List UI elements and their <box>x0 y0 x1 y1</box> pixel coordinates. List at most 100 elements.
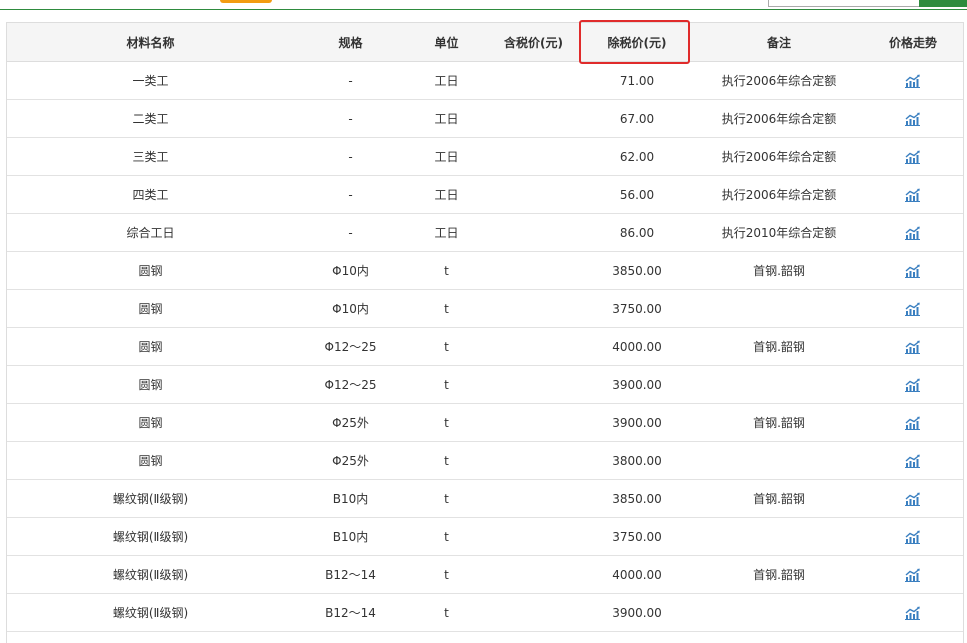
trend-chart-icon[interactable] <box>905 302 921 316</box>
cell-trend[interactable] <box>865 518 961 555</box>
cell-name: 圆钢 <box>138 416 163 430</box>
cell-note: 执行2006年综合定额 <box>721 188 837 202</box>
cell-unit: 工日 <box>434 74 459 88</box>
cell-trend[interactable] <box>865 366 961 403</box>
cell-tax-excl: 3850.00 <box>612 263 662 278</box>
header-note: 备注 <box>766 35 791 50</box>
trend-chart-icon[interactable] <box>905 188 921 202</box>
cell-unit: t <box>444 377 449 392</box>
cell-name: 圆钢 <box>138 264 163 278</box>
cell-spec: B10内 <box>332 530 369 544</box>
table-row: 圆钢 Φ12～25 t 3900.00 <box>7 366 963 404</box>
cell-tax-excl: 3800.00 <box>612 453 662 468</box>
cell-trend[interactable] <box>865 252 961 289</box>
cell-spec: Φ12～25 <box>324 340 377 354</box>
cell-name: 圆钢 <box>138 378 163 392</box>
cell-spec: B12～14 <box>325 606 376 620</box>
cell-name: 螺纹钢(Ⅱ级钢) <box>112 530 189 544</box>
highlight-box <box>579 20 690 64</box>
cell-unit: t <box>444 567 449 582</box>
cell-trend[interactable] <box>865 138 961 175</box>
table-row: 圆钢 Φ25外 t 3900.00 首钢.韶钢 <box>7 404 963 442</box>
cell-trend[interactable] <box>865 290 961 327</box>
active-tab-indicator[interactable] <box>220 0 272 3</box>
cell-tax-incl <box>486 366 581 403</box>
cell-tax-incl <box>486 594 581 631</box>
cell-trend[interactable] <box>865 556 961 593</box>
price-table: 材料名称 规格 单位 含税价(元) 除税价(元) 备注 价格走势 一类工 - 工… <box>6 22 964 643</box>
cell-tax-excl: 3850.00 <box>612 491 662 506</box>
cell-tax-excl: 62.00 <box>619 149 655 164</box>
cell-tax-excl: 3900.00 <box>612 605 662 620</box>
cell-trend[interactable] <box>865 442 961 479</box>
cell-name: 螺纹钢(Ⅱ级钢) <box>112 568 189 582</box>
cell-note: 首钢.韶钢 <box>753 264 805 278</box>
cell-trend[interactable] <box>865 594 961 631</box>
table-row: 综合工日 - 工日 86.00 执行2010年综合定额 <box>7 214 963 252</box>
cell-trend[interactable] <box>865 404 961 441</box>
cell-spec: - <box>348 187 353 202</box>
trend-chart-icon[interactable] <box>905 74 921 88</box>
cell-tax-incl <box>486 62 581 99</box>
header-divider <box>0 9 967 10</box>
trend-chart-icon[interactable] <box>905 378 921 392</box>
trend-chart-icon[interactable] <box>905 150 921 164</box>
cell-tax-incl <box>486 442 581 479</box>
cell-unit: t <box>444 529 449 544</box>
cell-trend[interactable] <box>865 176 961 213</box>
trend-chart-icon[interactable] <box>905 264 921 278</box>
cell-note: 执行2010年综合定额 <box>721 226 837 240</box>
table-row: 四类工 - 工日 56.00 执行2006年综合定额 <box>7 176 963 214</box>
cell-name: 圆钢 <box>138 340 163 354</box>
search-button[interactable] <box>919 0 967 7</box>
cell-note: 首钢.韶钢 <box>753 416 805 430</box>
cell-trend[interactable] <box>865 328 961 365</box>
search-input[interactable] <box>768 0 920 7</box>
cell-tax-excl: 67.00 <box>619 111 655 126</box>
cell-spec: Φ25外 <box>332 416 369 430</box>
cell-name: 螺纹钢(Ⅱ级钢) <box>112 606 189 620</box>
cell-unit: t <box>444 453 449 468</box>
cell-tax-incl <box>486 480 581 517</box>
cell-note: 执行2006年综合定额 <box>721 112 837 126</box>
cell-note: 首钢.韶钢 <box>753 568 805 582</box>
trend-chart-icon[interactable] <box>905 454 921 468</box>
cell-note: 执行2006年综合定额 <box>721 74 837 88</box>
trend-chart-icon[interactable] <box>905 112 921 126</box>
cell-spec: - <box>348 111 353 126</box>
table-row: 圆钢 Φ12～25 t 4000.00 首钢.韶钢 <box>7 328 963 366</box>
trend-chart-icon[interactable] <box>905 568 921 582</box>
cell-name: 综合工日 <box>126 226 175 240</box>
cell-trend[interactable] <box>865 100 961 137</box>
cell-tax-incl <box>486 100 581 137</box>
cell-tax-excl: 71.00 <box>619 73 655 88</box>
trend-chart-icon[interactable] <box>905 492 921 506</box>
trend-chart-icon[interactable] <box>905 340 921 354</box>
cell-name: 螺纹钢(Ⅱ级钢) <box>112 492 189 506</box>
cell-note <box>693 594 865 631</box>
cell-tax-excl: 4000.00 <box>612 339 662 354</box>
trend-chart-icon[interactable] <box>905 226 921 240</box>
cell-unit: t <box>444 339 449 354</box>
cell-spec: Φ25外 <box>332 454 369 468</box>
table-row: 螺纹钢(Ⅱ级钢) B10内 t 3850.00 首钢.韶钢 <box>7 480 963 518</box>
cell-unit: 工日 <box>434 150 459 164</box>
header-name: 材料名称 <box>126 35 175 50</box>
table-row: 螺纹钢(Ⅱ级钢) B12～14 t 3900.00 <box>7 594 963 632</box>
cell-trend[interactable] <box>865 214 961 251</box>
table-row: 一类工 - 工日 71.00 执行2006年综合定额 <box>7 62 963 100</box>
cell-tax-incl <box>486 214 581 251</box>
cell-spec: - <box>348 225 353 240</box>
table-row: 圆钢 Φ10内 t 3850.00 首钢.韶钢 <box>7 252 963 290</box>
cell-spec: Φ12～25 <box>324 378 377 392</box>
cell-tax-incl <box>486 290 581 327</box>
cell-note <box>693 366 865 403</box>
cell-name: 二类工 <box>132 112 169 126</box>
trend-chart-icon[interactable] <box>905 530 921 544</box>
cell-trend[interactable] <box>865 480 961 517</box>
header-tax-incl: 含税价(元) <box>504 35 563 50</box>
cell-spec: B12～14 <box>325 568 376 582</box>
trend-chart-icon[interactable] <box>905 416 921 430</box>
cell-trend[interactable] <box>865 62 961 99</box>
cell-tax-incl <box>486 176 581 213</box>
